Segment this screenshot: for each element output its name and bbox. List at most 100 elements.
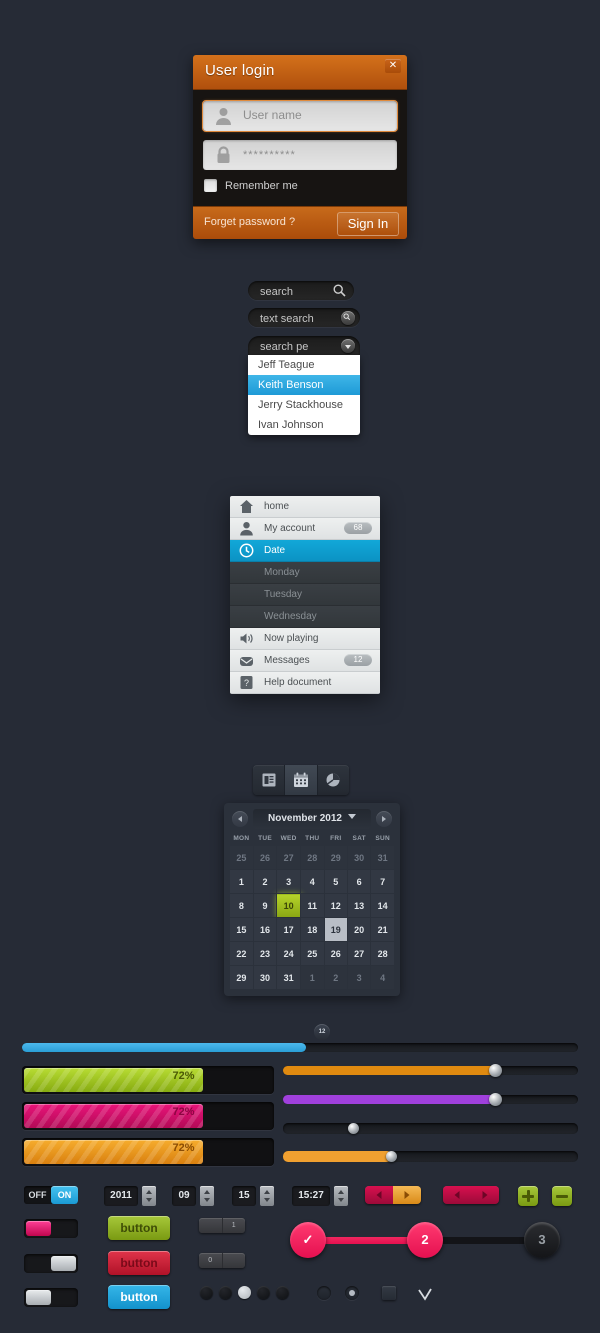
button-red[interactable]: button [108, 1251, 170, 1275]
calendar-day[interactable]: 3 [346, 965, 372, 990]
forgot-password-link[interactable]: Forget password ? [204, 216, 295, 228]
tab-list[interactable] [253, 765, 286, 795]
slider-handle[interactable] [489, 1093, 503, 1106]
menu-item-date[interactable]: Date [230, 540, 380, 562]
calendar-day[interactable]: 4 [300, 869, 325, 894]
chevron-down-icon[interactable] [341, 339, 355, 353]
calendar-day[interactable]: 7 [370, 869, 395, 894]
calendar-day[interactable]: 24 [276, 941, 302, 966]
calendar-day[interactable]: 27 [276, 845, 302, 870]
switch-handle[interactable] [51, 1256, 76, 1271]
calendar-day[interactable]: 2 [323, 965, 348, 990]
slider-handle[interactable] [347, 1123, 359, 1134]
calendar-day[interactable]: 19 [323, 917, 348, 942]
calendar-day[interactable]: 16 [252, 917, 278, 942]
next-arrow-button[interactable] [393, 1186, 421, 1204]
spinner-value[interactable]: 2011 [104, 1186, 138, 1206]
search-input-plain[interactable]: search [248, 281, 354, 300]
dropdown-option[interactable]: Keith Benson [248, 375, 360, 395]
prev-arrow-button[interactable] [443, 1186, 471, 1204]
spinner-value[interactable]: 09 [172, 1186, 196, 1206]
prev-month-button[interactable] [232, 811, 248, 827]
calendar-day[interactable]: 5 [323, 869, 348, 894]
mini-stepper-left[interactable]: 0 [199, 1253, 223, 1268]
radio-unchecked[interactable] [317, 1286, 331, 1300]
slider-plain[interactable] [283, 1123, 578, 1134]
checkbox-unchecked[interactable] [382, 1286, 396, 1300]
search-input-button[interactable]: text search [248, 308, 360, 327]
calendar-day[interactable]: 9 [252, 893, 278, 918]
step-node-1[interactable]: ✓ [290, 1222, 326, 1258]
spinner-year[interactable]: 2011 [104, 1186, 158, 1206]
spinner-arrows[interactable] [260, 1186, 274, 1206]
sign-in-button[interactable]: Sign In [337, 212, 399, 236]
slider-handle[interactable] [489, 1064, 503, 1077]
slider-orange[interactable] [283, 1064, 578, 1077]
calendar-day[interactable]: 29 [229, 965, 254, 990]
calendar-day[interactable]: 27 [346, 941, 372, 966]
calendar-day[interactable]: 26 [323, 941, 348, 966]
calendar-day[interactable]: 11 [300, 893, 325, 918]
slider-top[interactable] [22, 1043, 578, 1052]
radio-checked[interactable] [345, 1286, 359, 1300]
calendar-day[interactable]: 31 [370, 845, 395, 870]
button-blue[interactable]: button [108, 1285, 170, 1309]
search-select-input[interactable]: search pe [248, 336, 360, 355]
calendar-day[interactable]: 15 [229, 917, 254, 942]
calendar-day[interactable]: 28 [370, 941, 395, 966]
checkbox-checked[interactable] [417, 1286, 432, 1301]
search-button[interactable] [341, 311, 355, 325]
prev-arrow-button[interactable] [365, 1186, 393, 1204]
pagination-dot[interactable] [219, 1286, 232, 1299]
switch-grey-left[interactable] [24, 1288, 78, 1307]
calendar-day[interactable]: 13 [346, 893, 372, 918]
search-icon[interactable] [333, 284, 346, 297]
toggle-on-label[interactable]: ON [51, 1186, 78, 1204]
slider-purple[interactable] [283, 1093, 578, 1106]
calendar-day[interactable]: 22 [229, 941, 254, 966]
calendar-day[interactable]: 28 [300, 845, 325, 870]
mini-stepper-1[interactable]: 1 [199, 1218, 245, 1233]
month-selector[interactable]: November 2012 [253, 809, 371, 829]
spinner-day[interactable]: 15 [232, 1186, 276, 1206]
step-node-3[interactable]: 3 [524, 1222, 560, 1258]
spinner-arrows[interactable] [334, 1186, 348, 1206]
calendar-day[interactable]: 3 [276, 869, 302, 894]
button-green[interactable]: button [108, 1216, 170, 1240]
remember-me-checkbox[interactable] [204, 179, 217, 192]
calendar-day[interactable]: 1 [229, 869, 254, 894]
menu-item-help-document[interactable]: ? Help document [230, 672, 380, 694]
pagination-dot[interactable] [200, 1286, 213, 1299]
on-off-toggle[interactable]: OFF ON [24, 1186, 78, 1204]
mini-stepper-right[interactable]: 1 [223, 1218, 246, 1233]
menu-item-wednesday[interactable]: Wednesday [230, 606, 380, 628]
step-node-2[interactable]: 2 [407, 1222, 443, 1258]
calendar-day[interactable]: 12 [323, 893, 348, 918]
switch-grey-right[interactable] [24, 1254, 78, 1273]
mini-stepper-right[interactable] [223, 1253, 246, 1268]
menu-item-monday[interactable]: Monday [230, 562, 380, 584]
menu-item-tuesday[interactable]: Tuesday [230, 584, 380, 606]
calendar-day[interactable]: 2 [252, 869, 278, 894]
calendar-day[interactable]: 4 [370, 965, 395, 990]
username-field[interactable]: User name [202, 100, 398, 132]
calendar-day[interactable]: 14 [370, 893, 395, 918]
minus-button[interactable] [552, 1186, 572, 1206]
calendar-day[interactable]: 20 [346, 917, 372, 942]
calendar-day[interactable]: 6 [346, 869, 372, 894]
calendar-day[interactable]: 31 [276, 965, 302, 990]
next-month-button[interactable] [376, 811, 392, 827]
calendar-day[interactable]: 26 [252, 845, 278, 870]
next-arrow-button[interactable] [471, 1186, 499, 1204]
calendar-day[interactable]: 25 [229, 845, 254, 870]
slider-amber[interactable] [283, 1151, 578, 1162]
calendar-day[interactable]: 30 [252, 965, 278, 990]
menu-item-messages[interactable]: Messages 12 [230, 650, 380, 672]
switch-handle[interactable] [26, 1290, 51, 1305]
menu-item-home[interactable]: home [230, 496, 380, 518]
calendar-day[interactable]: 17 [276, 917, 302, 942]
calendar-day[interactable]: 18 [300, 917, 325, 942]
password-field[interactable]: ********** [203, 140, 397, 170]
dropdown-option[interactable]: Jerry Stackhouse [248, 395, 360, 415]
spinner-value[interactable]: 15 [232, 1186, 256, 1206]
